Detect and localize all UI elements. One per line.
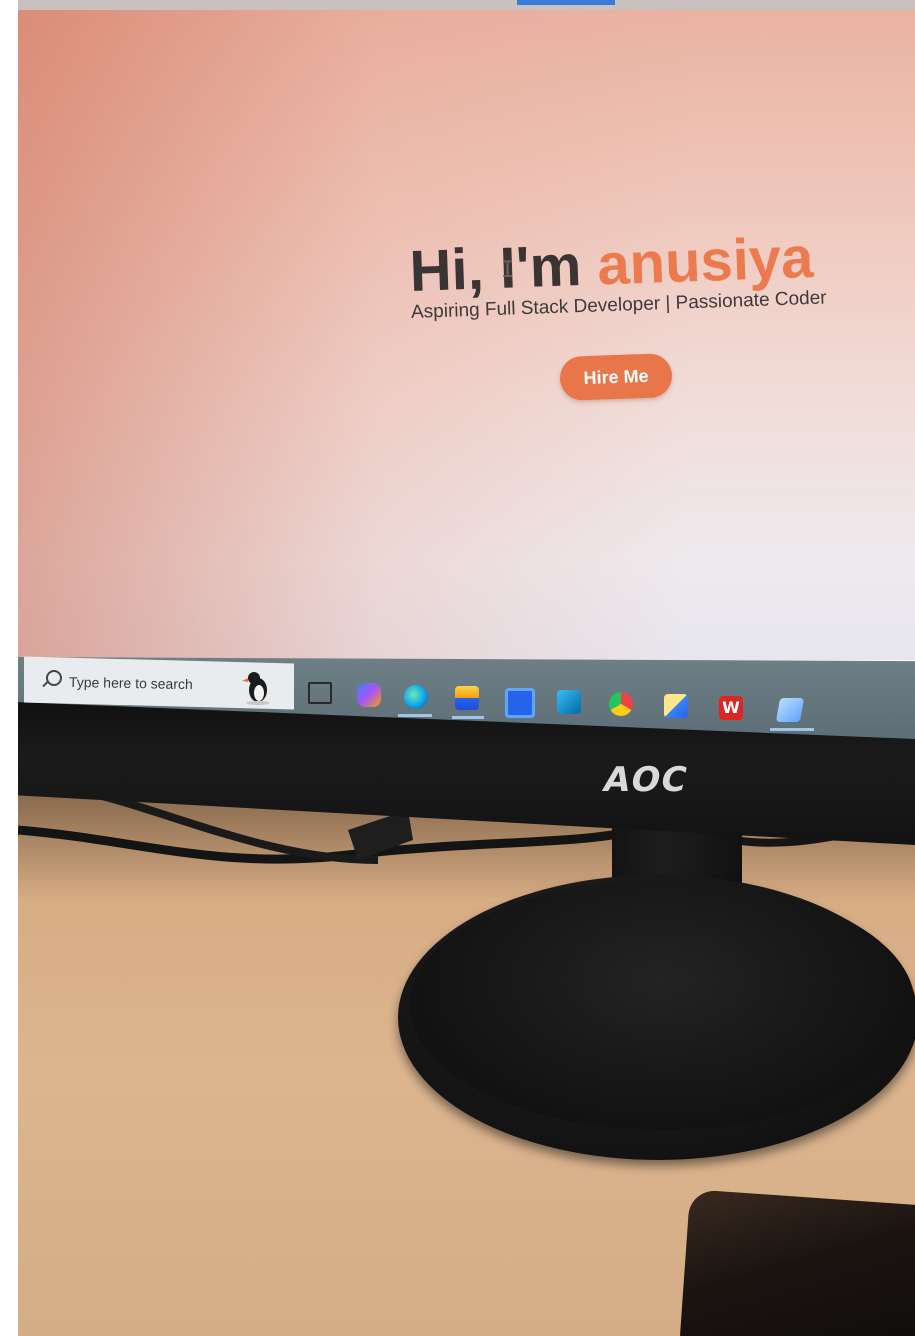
chrome-icon[interactable]	[609, 692, 633, 716]
taskbar-search-placeholder: Type here to search	[68, 673, 193, 693]
python-idle-icon[interactable]	[664, 694, 688, 718]
browser-top-strip	[18, 0, 915, 10]
browser-active-indicator	[517, 0, 615, 5]
monitor-screen	[18, 5, 915, 660]
phone	[678, 1189, 915, 1336]
edge-active-indicator	[398, 714, 432, 717]
wps-office-icon[interactable]: W	[719, 696, 743, 720]
outlook-icon[interactable]	[557, 690, 581, 714]
text-cursor-icon: I	[501, 258, 515, 283]
photo: AOC Hi, I'm anusiya Aspiring Full Stack …	[0, 0, 915, 1336]
hero-greeting: Hi, I'm	[408, 233, 583, 304]
monitor-stand-base-top	[410, 880, 915, 1130]
puffin-icon[interactable]	[238, 668, 274, 706]
search-icon	[46, 670, 62, 686]
task-view-icon[interactable]	[308, 682, 332, 704]
notepad-active-indicator	[770, 728, 814, 731]
notepad-icon[interactable]	[775, 698, 805, 722]
file-explorer-active-indicator	[452, 716, 484, 719]
hero-section: Hi, I'm anusiya Aspiring Full Stack Deve…	[408, 224, 852, 324]
hire-me-button[interactable]: Hire Me	[559, 353, 673, 401]
copilot-icon[interactable]	[357, 683, 381, 707]
microsoft-store-icon[interactable]	[505, 688, 535, 718]
edge-icon[interactable]	[404, 685, 428, 709]
file-explorer-icon[interactable]	[455, 686, 479, 710]
hero-name: anusiya	[596, 224, 815, 298]
monitor-brand-logo: AOC	[599, 760, 692, 800]
